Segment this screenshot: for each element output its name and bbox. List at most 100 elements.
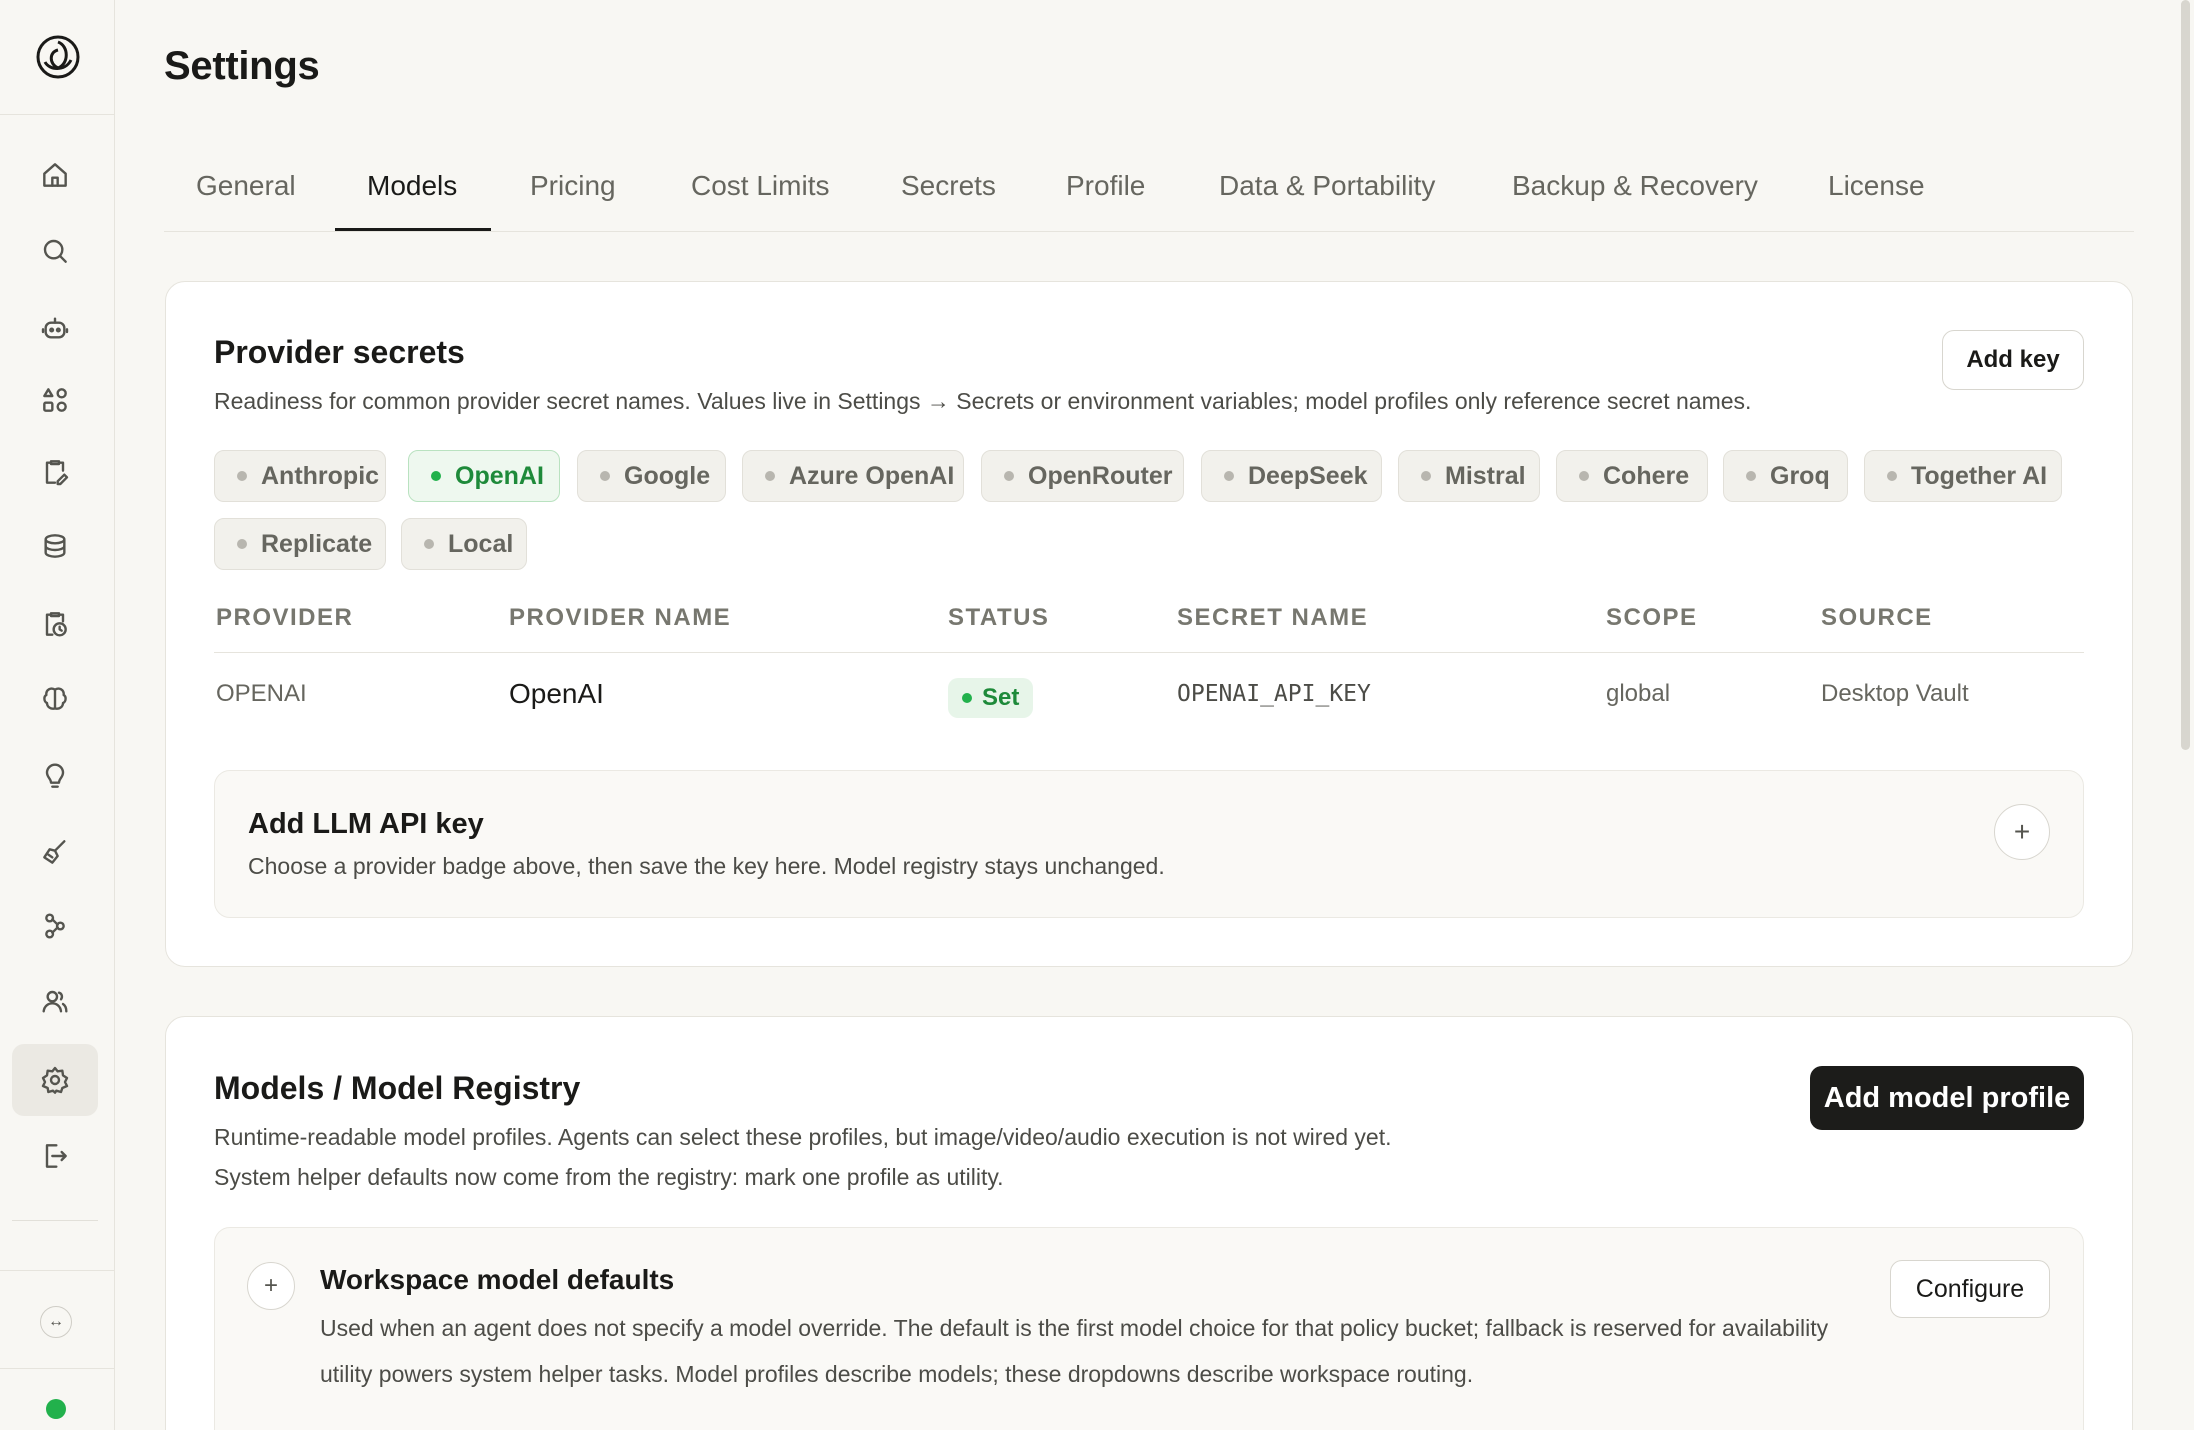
page-scrollbar[interactable] bbox=[2181, 0, 2190, 750]
provider-chip-openai[interactable]: OpenAI bbox=[408, 450, 560, 502]
status-dot bbox=[1004, 471, 1014, 481]
status-dot bbox=[1421, 471, 1431, 481]
column-header-scope: SCOPE bbox=[1606, 604, 1698, 631]
plus-icon: + bbox=[2013, 816, 2031, 847]
nav-logout[interactable] bbox=[12, 1120, 98, 1192]
status-dot bbox=[237, 539, 247, 549]
provider-chip-openrouter[interactable]: OpenRouter bbox=[981, 450, 1184, 502]
settings-tabs: General Models Pricing Cost Limits Secre… bbox=[164, 152, 2134, 232]
nav-apps[interactable] bbox=[12, 364, 98, 436]
nav-search[interactable] bbox=[12, 215, 98, 287]
logo-icon bbox=[36, 35, 79, 79]
nav-agents[interactable] bbox=[12, 292, 98, 364]
provider-chip-cohere[interactable]: Cohere bbox=[1556, 450, 1708, 502]
tab-pricing[interactable]: Pricing bbox=[530, 170, 616, 202]
nav-data[interactable] bbox=[12, 510, 98, 582]
workspace-model-defaults-description-2: utility powers system helper tasks. Mode… bbox=[320, 1361, 1474, 1387]
model-registry-subtitle-1: Runtime-readable model profiles. Agents … bbox=[214, 1124, 1392, 1150]
provider-chip-deepseek[interactable]: DeepSeek bbox=[1201, 450, 1382, 502]
expand-add-llm-key-button[interactable]: + bbox=[1994, 804, 2050, 860]
page-title: Settings bbox=[164, 44, 320, 88]
lightbulb-icon bbox=[45, 763, 65, 788]
chip-label: Mistral bbox=[1445, 461, 1526, 490]
expand-sidebar-button[interactable]: ↔ bbox=[40, 1306, 72, 1338]
add-model-profile-button[interactable]: Add model profile bbox=[1810, 1066, 2084, 1130]
cell-secret-name: OPENAI_API_KEY bbox=[1177, 681, 1371, 707]
column-header-provider: PROVIDER bbox=[216, 604, 354, 631]
status-dot bbox=[962, 693, 972, 703]
provider-chip-azure-openai[interactable]: Azure OpenAI bbox=[742, 450, 964, 502]
provider-chip-replicate[interactable]: Replicate bbox=[214, 518, 386, 570]
nav-tasks[interactable] bbox=[12, 436, 98, 508]
nav-cleanup[interactable] bbox=[12, 816, 98, 888]
table-header-divider bbox=[214, 652, 2084, 653]
sidebar-divider bbox=[0, 1368, 115, 1369]
chip-label: Azure OpenAI bbox=[789, 461, 955, 490]
chip-label: Cohere bbox=[1603, 461, 1690, 490]
add-llm-api-key-panel[interactable] bbox=[214, 770, 2084, 918]
provider-chip-together-ai[interactable]: Together AI bbox=[1864, 450, 2062, 502]
workflow-icon bbox=[45, 913, 65, 939]
add-key-button[interactable]: Add key bbox=[1942, 330, 2084, 390]
tab-backup-recovery[interactable]: Backup & Recovery bbox=[1512, 170, 1758, 202]
sidebar-divider bbox=[12, 1220, 98, 1221]
model-registry-subtitle-2: System helper defaults now come from the… bbox=[214, 1164, 1004, 1190]
tab-profile[interactable]: Profile bbox=[1066, 170, 1145, 202]
add-llm-api-key-title: Add LLM API key bbox=[248, 808, 484, 840]
workspace-model-defaults-description-1: Used when an agent does not specify a mo… bbox=[320, 1315, 1829, 1341]
tab-general[interactable]: General bbox=[196, 170, 296, 202]
status-label: Set bbox=[982, 684, 1020, 711]
expand-workspace-defaults-button[interactable]: + bbox=[247, 1262, 295, 1310]
arrows-horizontal-icon: ↔ bbox=[48, 1313, 64, 1330]
nav-users[interactable] bbox=[12, 966, 98, 1038]
provider-secrets-title: Provider secrets bbox=[214, 334, 465, 370]
column-header-provider-name: PROVIDER NAME bbox=[509, 604, 732, 631]
tab-models[interactable]: Models bbox=[367, 170, 457, 202]
provider-chip-anthropic[interactable]: Anthropic bbox=[214, 450, 386, 502]
column-header-status: STATUS bbox=[948, 604, 1050, 631]
cell-provider: OPENAI bbox=[216, 680, 307, 707]
chip-label: Groq bbox=[1770, 461, 1830, 490]
search-icon bbox=[43, 239, 67, 263]
configure-button[interactable]: Configure bbox=[1890, 1260, 2050, 1318]
status-dot bbox=[765, 471, 775, 481]
active-tab-indicator bbox=[335, 228, 491, 231]
column-header-secret-name: SECRET NAME bbox=[1177, 604, 1369, 631]
nav-memory[interactable] bbox=[12, 663, 98, 735]
workspace-model-defaults-title: Workspace model defaults bbox=[320, 1264, 675, 1295]
cell-source: Desktop Vault bbox=[1821, 680, 1969, 707]
broom-icon bbox=[43, 840, 66, 864]
provider-chip-google[interactable]: Google bbox=[577, 450, 726, 502]
tab-license[interactable]: License bbox=[1828, 170, 1925, 202]
robot-icon bbox=[41, 317, 69, 339]
cell-scope: global bbox=[1606, 680, 1671, 707]
app-logo[interactable] bbox=[0, 0, 115, 115]
nav-history[interactable] bbox=[12, 588, 98, 660]
provider-chip-mistral[interactable]: Mistral bbox=[1398, 450, 1540, 502]
nav-ideas[interactable] bbox=[12, 740, 98, 812]
provider-chip-groq[interactable]: Groq bbox=[1723, 450, 1848, 502]
gear-icon bbox=[41, 1066, 69, 1094]
nav-home[interactable] bbox=[12, 139, 98, 211]
provider-chip-local[interactable]: Local bbox=[401, 518, 527, 570]
tab-data-portability[interactable]: Data & Portability bbox=[1219, 170, 1435, 202]
tab-cost-limits[interactable]: Cost Limits bbox=[691, 170, 829, 202]
logout-icon bbox=[45, 1144, 67, 1168]
chip-label: Replicate bbox=[261, 529, 373, 558]
status-badge: Set bbox=[948, 678, 1034, 718]
clipboard-clock-icon bbox=[45, 612, 67, 637]
chip-label: Local bbox=[448, 529, 514, 558]
sidebar: ↔ bbox=[0, 0, 115, 1430]
chip-label: DeepSeek bbox=[1248, 461, 1368, 490]
nav-settings[interactable] bbox=[12, 1044, 98, 1116]
plus-icon: + bbox=[263, 1272, 278, 1299]
chip-label: OpenAI bbox=[455, 461, 544, 490]
nav-workflows[interactable] bbox=[12, 890, 98, 962]
status-dot bbox=[1224, 471, 1234, 481]
column-header-source: SOURCE bbox=[1821, 604, 1933, 631]
status-dot bbox=[1887, 471, 1897, 481]
chip-label: Google bbox=[624, 461, 711, 490]
status-dot bbox=[237, 471, 247, 481]
tab-secrets[interactable]: Secrets bbox=[901, 170, 996, 202]
brain-icon bbox=[43, 687, 67, 710]
